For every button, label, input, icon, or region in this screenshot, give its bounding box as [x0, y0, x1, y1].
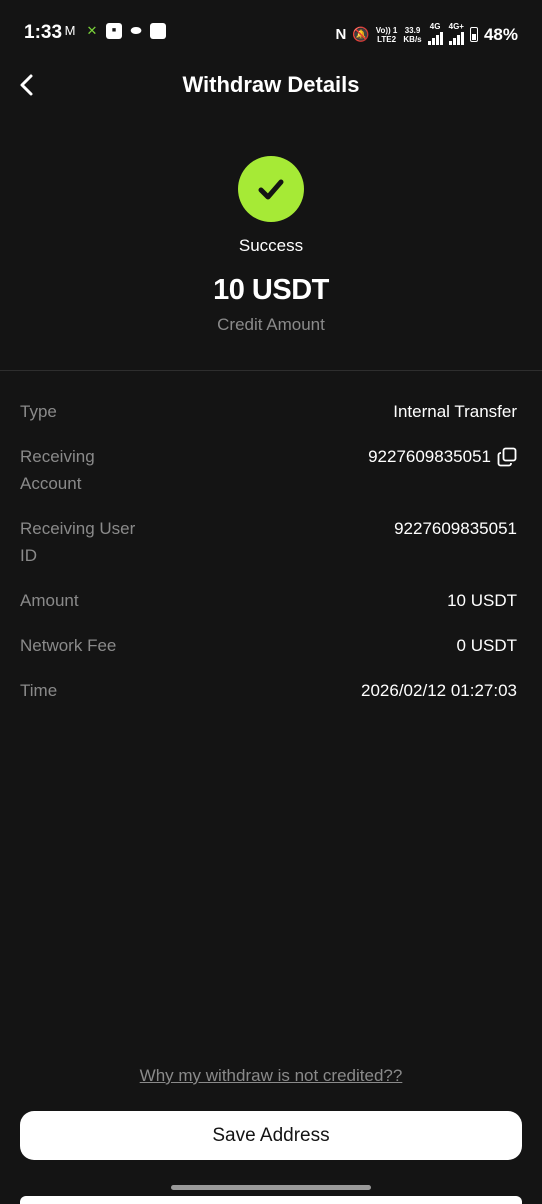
pill-icon: ⬬: [130, 23, 142, 38]
user-id-label: Receiving User ID: [20, 519, 136, 565]
gmail-icon: M: [64, 23, 76, 38]
withdraw-help-link[interactable]: Why my withdraw is not credited??: [0, 1066, 542, 1086]
account-value: 9227609835051: [368, 447, 491, 466]
app-notification-icon: ✕: [86, 23, 98, 38]
fee-label: Network Fee: [20, 636, 117, 655]
battery-icon: [469, 27, 478, 42]
system-status: N 🔕 Vo)) 1 LTE2 33.9 KB/s 4G 4G+ 48%: [335, 22, 518, 47]
signal-bars-icon: [427, 31, 443, 45]
notification-icons: M ✕ ■ ⬬: [62, 23, 166, 39]
detail-row-time: Time 2026/02/12 01:27:03: [20, 677, 517, 704]
battery-percent: 48%: [483, 24, 518, 44]
app-badge-icon: ■: [106, 23, 122, 39]
status-bar: 1:33 M ✕ ■ ⬬ N 🔕 Vo)) 1 LTE2 33.9 KB/s 4…: [0, 0, 542, 64]
volte-line2: LTE2: [377, 34, 397, 44]
net2-label: 4G+: [448, 22, 464, 31]
amount-label: Amount: [20, 591, 79, 610]
divider: [0, 370, 542, 371]
header: Withdraw Details: [0, 64, 542, 108]
account-label: Receiving Account: [20, 447, 95, 493]
status-text: Success: [238, 236, 304, 255]
status-time: 1:33: [24, 22, 63, 43]
volte-line1: Vo)) 1: [375, 25, 398, 35]
type-value: Internal Transfer: [393, 402, 517, 421]
detail-row-account: Receiving Account 9227609835051: [20, 443, 517, 497]
square-app-icon: [150, 23, 166, 39]
time-label: Time: [20, 681, 58, 700]
fee-value: 0 USDT: [456, 636, 517, 655]
copy-icon[interactable]: [497, 447, 517, 467]
network-speed: 33.9 KB/s: [403, 26, 421, 44]
speed-value: 33.9: [404, 25, 421, 35]
detail-row-type: Type Internal Transfer: [20, 398, 517, 425]
credit-amount: 10 USDT: [213, 274, 329, 306]
bottom-panel-edge: [20, 1196, 522, 1204]
signal-bars-icon: [448, 31, 464, 45]
success-badge: [238, 156, 304, 222]
amount-value: 10 USDT: [447, 591, 517, 610]
signal-1: 4G: [427, 22, 443, 47]
mute-icon: 🔕: [352, 26, 370, 42]
time-value: 2026/02/12 01:27:03: [361, 681, 517, 700]
volte-indicator: Vo)) 1 LTE2: [376, 26, 398, 44]
credit-amount-label: Credit Amount: [217, 315, 325, 334]
transaction-summary: Success 10 USDT Credit Amount: [0, 156, 542, 335]
detail-row-amount: Amount 10 USDT: [20, 587, 517, 614]
checkmark-icon: [258, 179, 284, 200]
user-id-value: 9227609835051: [394, 519, 517, 538]
account-value-wrap: 9227609835051: [368, 443, 517, 470]
net1-label: 4G: [429, 22, 441, 31]
detail-row-user-id: Receiving User ID 9227609835051: [20, 515, 517, 569]
detail-row-fee: Network Fee 0 USDT: [20, 632, 517, 659]
save-address-button[interactable]: Save Address: [20, 1111, 522, 1160]
type-label: Type: [20, 402, 57, 421]
signal-2: 4G+: [449, 22, 464, 47]
nfc-icon: N: [335, 26, 347, 43]
page-title: Withdraw Details: [182, 72, 360, 97]
details-list: Type Internal Transfer Receiving Account…: [20, 398, 517, 722]
speed-unit: KB/s: [403, 34, 422, 44]
home-indicator[interactable]: [171, 1185, 371, 1190]
